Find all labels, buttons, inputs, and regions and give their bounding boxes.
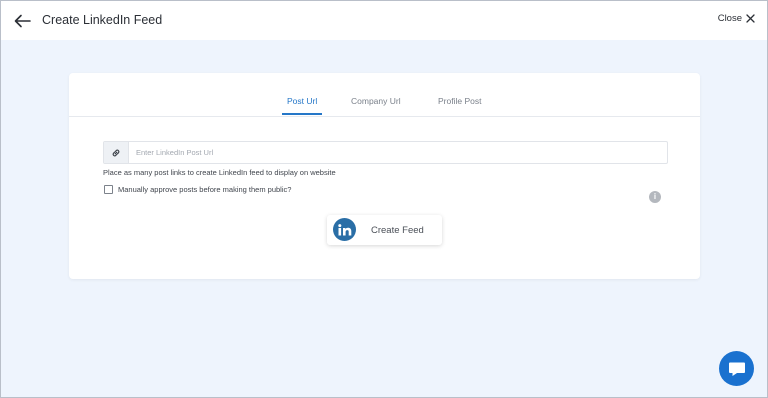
page-title: Create LinkedIn Feed xyxy=(42,13,163,27)
helper-text: Place as many post links to create Linke… xyxy=(103,168,336,177)
tab-profile-post[interactable]: Profile Post xyxy=(438,96,481,106)
link-icon-box xyxy=(104,142,129,163)
manual-approve-row: Manually approve posts before making the… xyxy=(104,185,291,194)
close-button[interactable]: Close xyxy=(718,13,755,24)
close-label: Close xyxy=(717,13,742,24)
active-tab-indicator xyxy=(282,113,322,115)
feed-form-card: Post Url Company Url Profile Post Place … xyxy=(69,73,700,279)
chat-launcher-button[interactable] xyxy=(719,351,754,386)
linkedin-icon xyxy=(333,218,356,241)
post-url-input[interactable] xyxy=(130,142,672,163)
header-bar: Create LinkedIn Feed Close xyxy=(1,1,767,40)
create-feed-label: Create Feed xyxy=(371,225,424,236)
create-feed-button[interactable]: Create Feed xyxy=(327,215,442,245)
chat-bubble-icon xyxy=(728,362,745,376)
back-button[interactable] xyxy=(13,11,33,31)
linkedin-in-glyph xyxy=(337,223,351,235)
tab-company-url[interactable]: Company Url xyxy=(351,96,401,106)
app-window: Create LinkedIn Feed Close Post Url Comp… xyxy=(0,0,768,398)
manual-approve-checkbox[interactable] xyxy=(104,185,113,194)
link-icon xyxy=(112,149,120,156)
post-url-input-group xyxy=(103,141,672,164)
info-icon[interactable]: i xyxy=(649,191,661,203)
feed-type-tabs: Post Url Company Url Profile Post xyxy=(69,73,700,117)
manual-approve-label[interactable]: Manually approve posts before making the… xyxy=(118,185,291,194)
arrow-left-icon xyxy=(14,14,31,28)
close-x-icon xyxy=(746,14,755,23)
tab-post-url[interactable]: Post Url xyxy=(287,96,317,106)
